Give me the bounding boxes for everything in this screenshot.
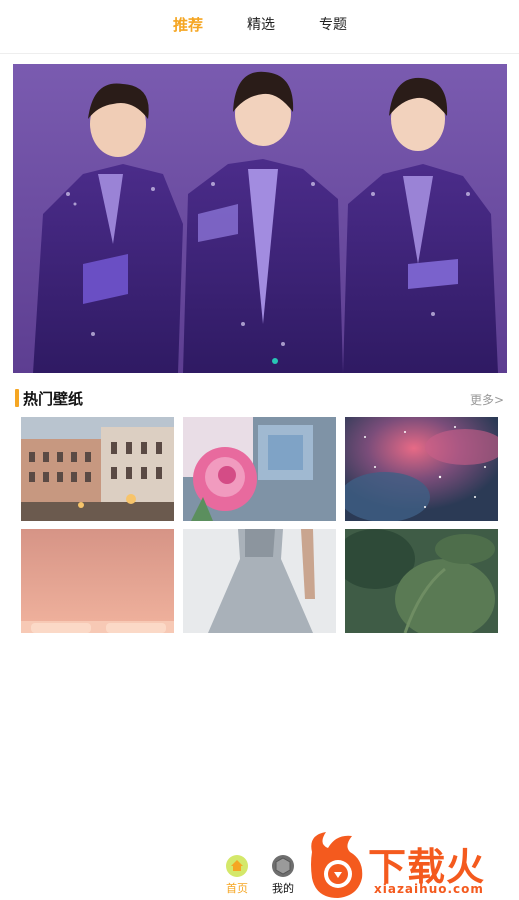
user-icon xyxy=(272,855,294,877)
nav-home-label: 首页 xyxy=(226,882,248,895)
wallpaper-thumb-rose[interactable] xyxy=(183,417,336,521)
watermark-logo-icon xyxy=(311,832,363,898)
top-tab-bar: 推荐 精选 专题 xyxy=(0,0,519,54)
nav-home[interactable]: 首页 xyxy=(221,854,253,896)
watermark-domain: xiazaihuo.com xyxy=(374,882,484,896)
section-title: 热门壁纸 xyxy=(23,390,84,408)
wallpaper-thumb-sofa[interactable] xyxy=(21,529,174,633)
wallpaper-thumb-nebula[interactable] xyxy=(345,417,498,521)
wallpaper-thumb-venice[interactable] xyxy=(21,417,174,521)
wallpaper-thumb-leaves[interactable] xyxy=(345,529,498,633)
section-header: 热门壁纸 更多> xyxy=(13,387,507,411)
wallpaper-thumb-dress[interactable] xyxy=(183,529,336,633)
watermark: 下载火 xiazaihuo.com xyxy=(306,830,519,900)
banner-image[interactable] xyxy=(13,64,507,373)
section-accent-bar xyxy=(15,389,19,407)
banner-indicator-dot[interactable] xyxy=(272,358,278,364)
tab-featured[interactable]: 精选 xyxy=(247,14,275,34)
tab-recommend[interactable]: 推荐 xyxy=(173,14,203,35)
home-icon xyxy=(226,855,248,877)
nav-mine-label: 我的 xyxy=(272,882,294,895)
nav-mine[interactable]: 我的 xyxy=(267,854,299,896)
more-link[interactable]: 更多> xyxy=(470,391,504,408)
tab-topics[interactable]: 专题 xyxy=(319,14,347,34)
